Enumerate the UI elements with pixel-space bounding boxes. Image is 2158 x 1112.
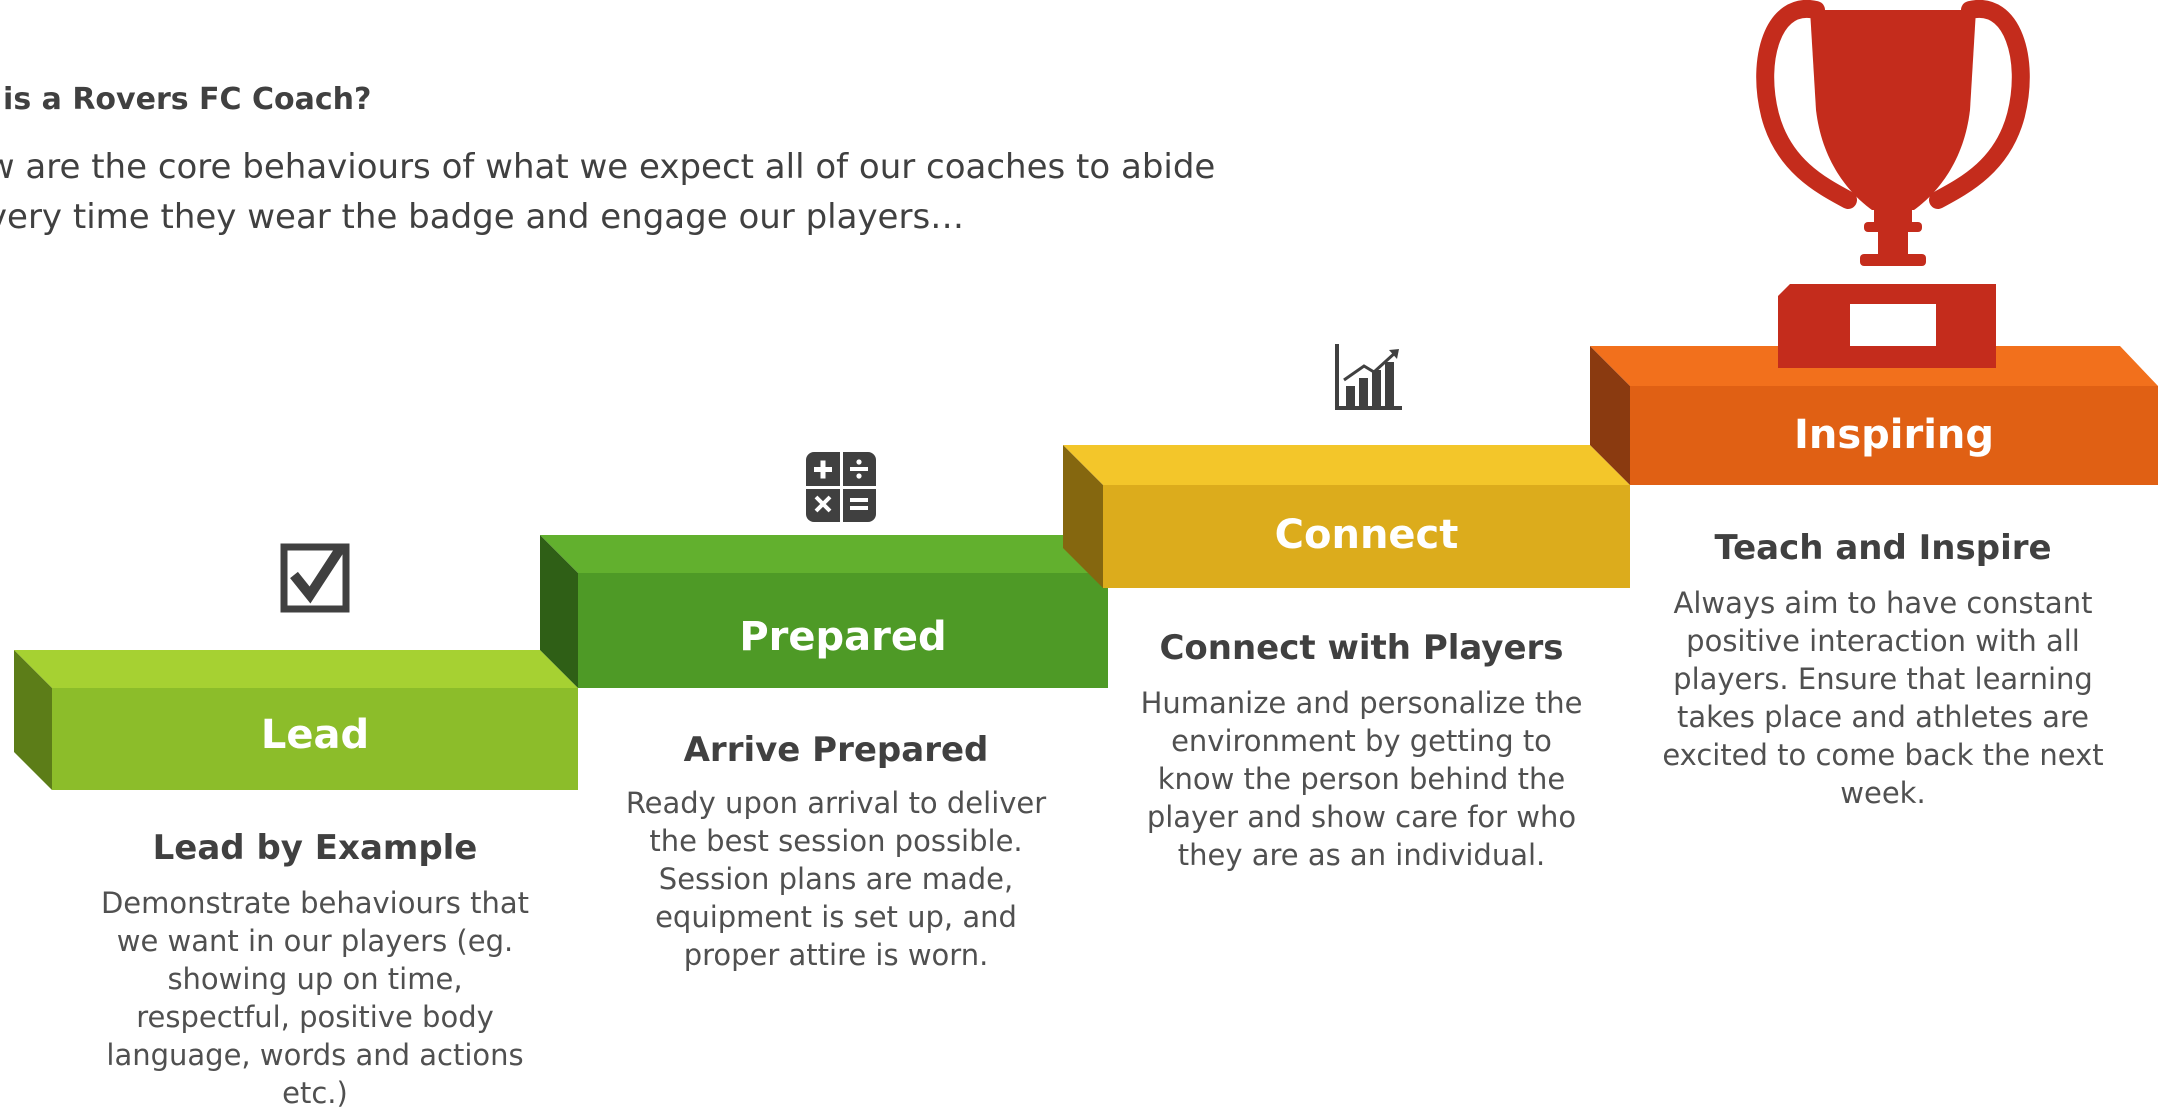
step-title-inspiring: Teach and Inspire [1714,528,2052,568]
desc-line: respectful, positive body [136,1000,494,1034]
desc-line: excited to come back the next [1662,738,2104,772]
calculator-icon [806,452,876,522]
step-label-inspiring: Inspiring [1793,412,1995,458]
desc-line: environment by getting to [1171,724,1552,758]
step-label-lead: Lead [260,712,370,758]
trophy-icon [1748,0,2038,368]
step-desc-lead: Demonstrate behaviours that we want in o… [52,884,578,1112]
desc-line: player and show care for who [1146,800,1577,834]
desc-line: Always aim to have constant [1673,586,2093,620]
desc-line: week. [1840,776,1926,810]
desc-line: Session plans are made, [658,862,1014,896]
step-title-lead: Lead by Example [152,828,478,868]
desc-line: Humanize and personalize the [1140,686,1583,720]
desc-line: showing up on time, [167,962,463,996]
desc-line: language, words and actions [106,1038,524,1072]
desc-line: Demonstrate behaviours that [100,886,530,920]
step-label-prepared: Prepared [739,614,947,660]
desc-line: Ready upon arrival to deliver [625,786,1047,820]
desc-line: they are as an individual. [1177,838,1546,872]
desc-line: players. Ensure that learning [1673,662,2093,696]
desc-line: etc.) [282,1076,348,1110]
step-desc-connect: Humanize and personalize the environment… [1103,684,1620,874]
step-title-connect: Connect with Players [1159,628,1564,668]
desc-line: equipment is set up, and [655,900,1017,934]
desc-line: takes place and athletes are [1677,700,2089,734]
step-label-connect: Connect [1274,512,1459,558]
desc-line: positive interaction with all [1686,624,2080,658]
desc-line: we want in our players (eg. [116,924,514,958]
step-desc-prepared: Ready upon arrival to deliver the best s… [576,784,1096,974]
step-desc-inspiring: Always aim to have constant positive int… [1630,584,2136,812]
desc-line: know the person behind the [1157,762,1566,796]
checkbox-icon [280,543,350,613]
desc-line: the best session possible. [649,824,1023,858]
step-block-prepared [540,535,1108,688]
step-title-prepared: Arrive Prepared [683,730,989,770]
desc-line: proper attire is worn. [683,938,989,972]
bar-chart-icon [1334,342,1404,412]
